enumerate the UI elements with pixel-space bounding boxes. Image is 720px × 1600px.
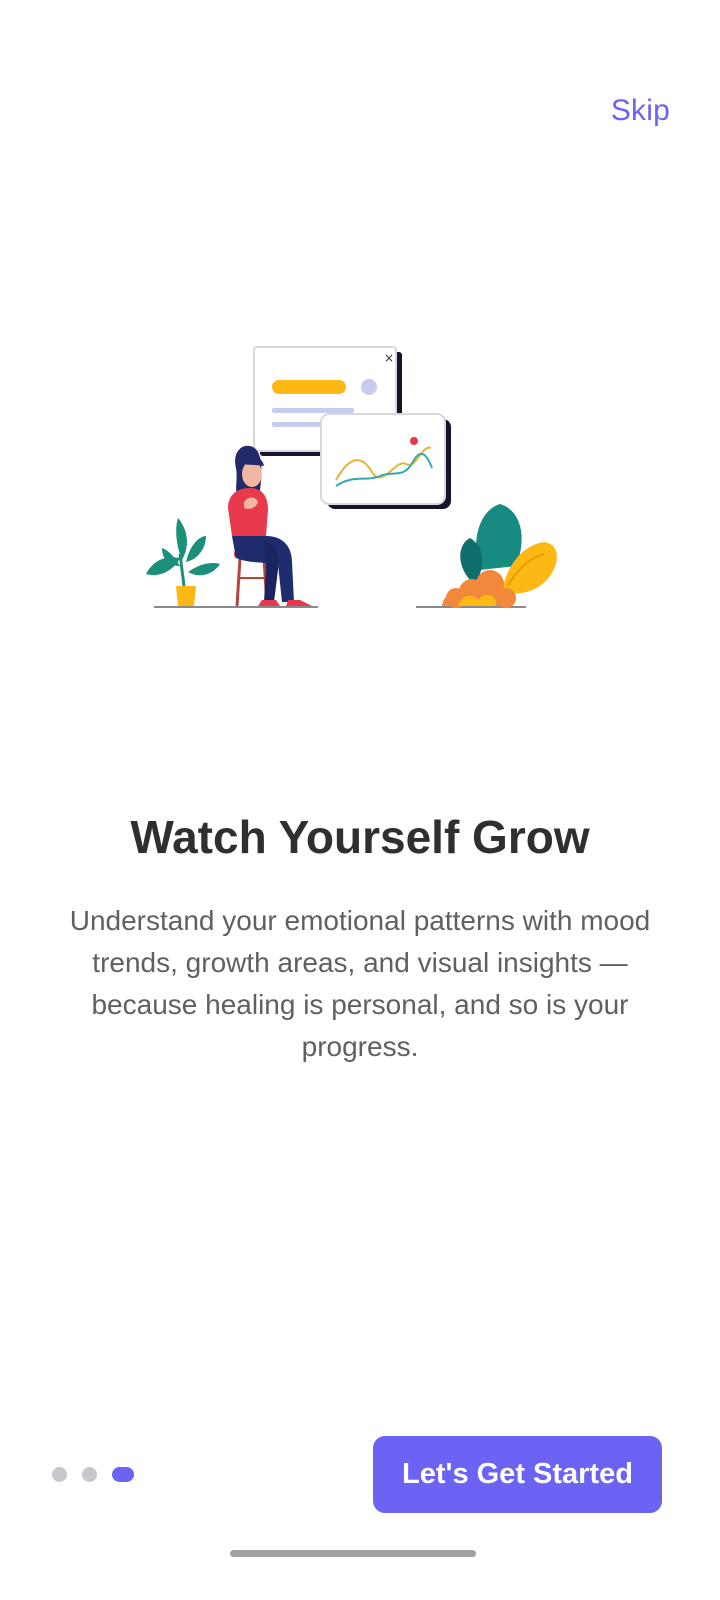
pagination-dot[interactable] bbox=[52, 1467, 67, 1482]
svg-text:×: × bbox=[384, 351, 394, 365]
potted-plant-icon bbox=[146, 518, 220, 606]
page-description: Understand your emotional patterns with … bbox=[69, 905, 651, 1062]
pagination-dots bbox=[52, 1467, 134, 1482]
get-started-button[interactable]: Let's Get Started bbox=[373, 1436, 662, 1513]
chart-card-icon bbox=[320, 413, 451, 509]
pagination-dot[interactable] bbox=[82, 1467, 97, 1482]
bush-plant-icon bbox=[442, 504, 557, 608]
page-title: Watch Yourself Grow bbox=[130, 811, 590, 863]
pagination-dot-active[interactable] bbox=[112, 1467, 134, 1482]
home-indicator[interactable] bbox=[230, 1550, 476, 1557]
skip-button[interactable]: Skip bbox=[611, 94, 670, 128]
onboarding-illustration: × bbox=[140, 340, 570, 620]
person-icon bbox=[228, 445, 312, 606]
